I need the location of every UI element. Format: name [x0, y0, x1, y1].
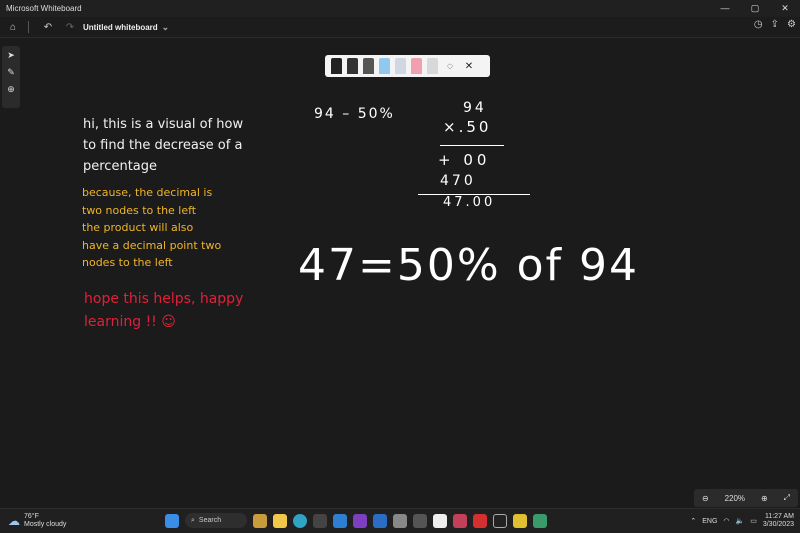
maximize-button[interactable]: ▢ — [740, 0, 770, 17]
title-bar: Microsoft Whiteboard — [0, 0, 800, 17]
result-row: 47.00 — [443, 195, 496, 210]
chevron-down-icon: ⌄ — [161, 21, 170, 32]
fit-icon[interactable]: ⤢ — [784, 493, 790, 503]
app-icon[interactable] — [533, 513, 547, 528]
timer-icon[interactable]: ◷ — [754, 19, 763, 30]
home-icon[interactable]: ⌂ — [4, 18, 22, 36]
pen-gray[interactable] — [363, 58, 374, 74]
document-title-text: Untitled whiteboard — [83, 22, 158, 32]
app-icon[interactable] — [473, 513, 487, 528]
appbar-actions: ◷ ⇪ ⚙ — [754, 19, 796, 30]
app-icon[interactable] — [513, 513, 527, 528]
redo-icon[interactable]: ↷ — [61, 18, 79, 36]
intro-note: hi, this is a visual of how to find the … — [83, 114, 243, 177]
problem-text: 94 – 50% — [314, 106, 395, 122]
app-icon[interactable] — [453, 513, 467, 528]
weather-desc: Mostly cloudy — [24, 521, 67, 528]
explain-line: have a decimal point two — [82, 238, 222, 252]
window-title: Microsoft Whiteboard — [6, 4, 82, 13]
pen-light[interactable] — [395, 58, 406, 74]
weather-widget[interactable]: ☁ 76°F Mostly cloudy — [0, 513, 66, 529]
closing-note: hope this helps, happy learning !! ☺ — [84, 288, 243, 334]
closing-line: hope this helps, happy — [84, 291, 244, 307]
divider — [28, 21, 29, 33]
zoom-out-icon[interactable]: ⊖ — [702, 494, 709, 503]
cloud-icon: ☁ — [8, 514, 20, 528]
app-bar: ⌂ ↶ ↷ Untitled whiteboard ⌄ ◷ ⇪ ⚙ — [0, 17, 800, 38]
system-tray: ⌃ ENG ◠ 🔈 ▭ 11:27 AM 3/30/2023 — [690, 513, 794, 529]
zoom-level[interactable]: 220% — [725, 494, 745, 503]
chevron-up-icon[interactable]: ⌃ — [690, 517, 696, 525]
pen-dark[interactable] — [347, 58, 358, 74]
mult-bottom: ×.50 — [443, 118, 492, 136]
search-icon: ⌕ — [191, 516, 195, 524]
start-icon[interactable] — [165, 513, 179, 528]
pen-tray: ◌ ✕ — [325, 55, 490, 77]
share-icon[interactable]: ⇪ — [771, 19, 779, 30]
battery-icon[interactable]: ▭ — [750, 517, 757, 525]
clock-time: 11:27 AM — [764, 513, 794, 520]
photos-icon[interactable] — [333, 513, 347, 528]
ruler-tool[interactable] — [427, 58, 438, 74]
pen-blue[interactable] — [379, 58, 390, 74]
explain-note: because, the decimal is two nodes to the… — [82, 184, 221, 272]
close-tray-icon[interactable]: ✕ — [462, 61, 476, 72]
pen-pink[interactable] — [411, 58, 422, 74]
file-explorer-icon[interactable] — [273, 513, 287, 528]
zoom-bar: ⊖ 220% ⊕ ⤢ — [694, 489, 798, 507]
taskbar: ☁ 76°F Mostly cloudy ⌕ Search ⌃ ENG ◠ 🔈 … — [0, 508, 800, 533]
intro-line: hi, this is a visual of how — [83, 117, 244, 132]
settings-icon[interactable]: ⚙ — [787, 19, 796, 30]
explain-line: because, the decimal is — [82, 186, 213, 199]
app-icon[interactable] — [393, 513, 407, 528]
app-icon[interactable] — [493, 513, 507, 528]
app-icon[interactable] — [253, 513, 267, 528]
select-icon[interactable]: ➤ — [7, 50, 15, 61]
partial-row-2: 470 — [440, 173, 476, 189]
pen-black[interactable] — [331, 58, 342, 74]
intro-line: to find the decrease of a — [83, 138, 243, 153]
explain-line: the product will also — [82, 221, 194, 234]
left-toolbar: ➤ ✎ ⊕ — [2, 46, 20, 108]
minimize-button[interactable]: — — [710, 0, 740, 17]
document-title[interactable]: Untitled whiteboard ⌄ — [83, 22, 169, 33]
store-icon[interactable] — [313, 513, 327, 528]
search-label: Search — [198, 517, 222, 524]
clock-date: 3/30/2023 — [762, 521, 794, 528]
volume-icon[interactable]: 🔈 — [736, 517, 745, 525]
whiteboard-icon[interactable] — [373, 513, 387, 528]
add-icon[interactable]: ⊕ — [7, 84, 15, 95]
taskbar-apps: ⌕ Search — [165, 513, 547, 528]
weather-temp: 76°F — [24, 513, 39, 520]
answer-text: 47=50% of 94 — [298, 240, 640, 291]
app-icon[interactable] — [353, 513, 367, 528]
app-icon[interactable] — [413, 513, 427, 528]
closing-line: learning !! ☺ — [84, 314, 176, 330]
explain-line: two nodes to the left — [82, 203, 197, 217]
language-indicator[interactable]: ENG — [702, 518, 717, 525]
window-controls: — ▢ ✕ — [710, 0, 800, 17]
intro-line: percentage — [83, 159, 158, 174]
lasso-icon[interactable]: ◌ — [443, 61, 457, 72]
search-box[interactable]: ⌕ Search — [185, 513, 247, 528]
explain-line: nodes to the left — [82, 256, 173, 269]
mult-top: 94 — [463, 100, 487, 116]
zoom-in-icon[interactable]: ⊕ — [761, 494, 768, 503]
pen-icon[interactable]: ✎ — [7, 67, 15, 78]
close-button[interactable]: ✕ — [770, 0, 800, 17]
partial-row-1: + 00 — [438, 151, 491, 169]
mult-line — [440, 145, 504, 146]
edge-icon[interactable] — [293, 513, 307, 528]
clock[interactable]: 11:27 AM 3/30/2023 — [763, 513, 794, 529]
wikipedia-icon[interactable] — [433, 513, 447, 528]
undo-icon[interactable]: ↶ — [39, 18, 57, 36]
wifi-icon[interactable]: ◠ — [723, 517, 729, 525]
